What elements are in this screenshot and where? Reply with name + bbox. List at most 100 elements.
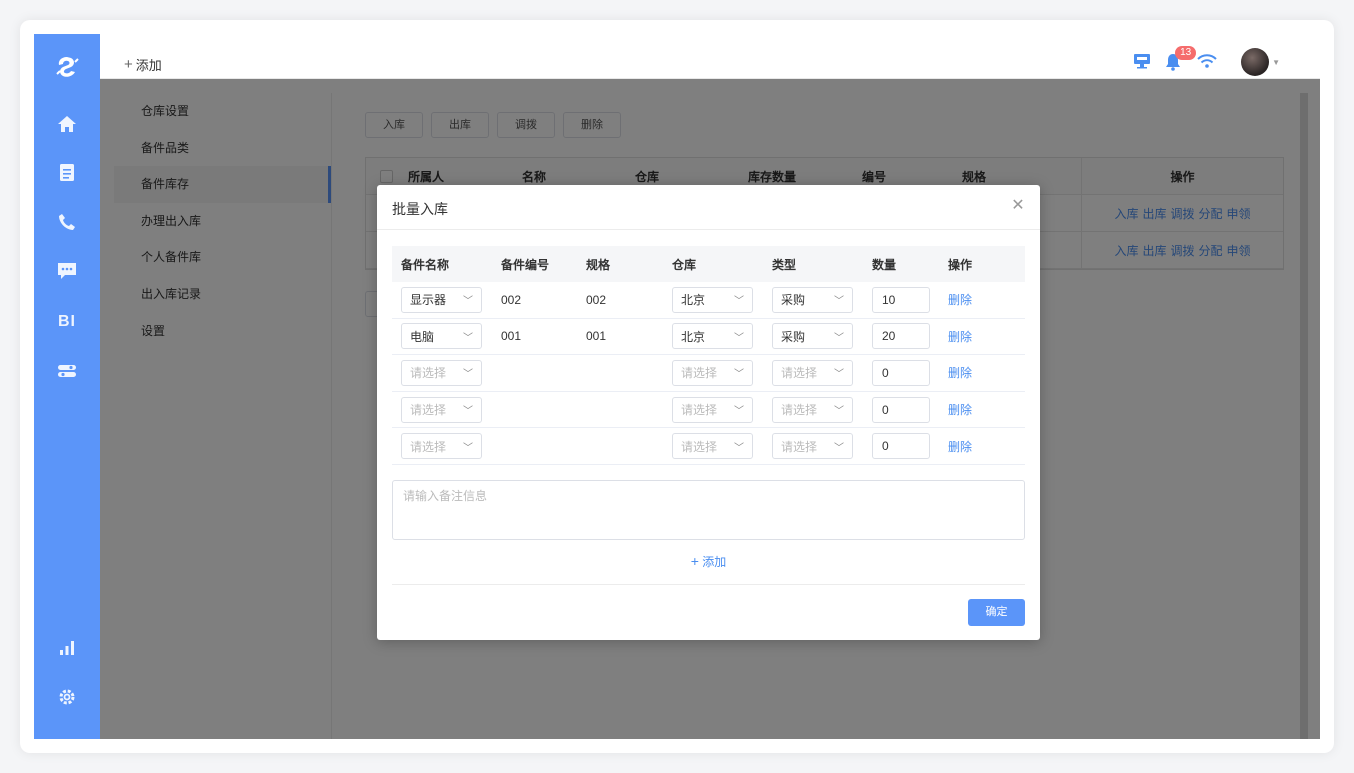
warehouse-select[interactable]: 请选择 ﹀ bbox=[672, 396, 753, 423]
dialog-divider bbox=[392, 584, 1025, 585]
quantity-input[interactable]: 0 bbox=[872, 433, 930, 460]
select-placeholder: 请选择 bbox=[410, 439, 447, 454]
user-menu[interactable]: ▼ bbox=[1241, 48, 1280, 76]
batch-table-header: 备件名称 备件编号 规格 仓库 类型 数量 操作 bbox=[392, 246, 1025, 282]
caret-down-icon: ▼ bbox=[1272, 57, 1280, 67]
remark-textarea[interactable]: 请输入备注信息 bbox=[392, 480, 1025, 540]
close-icon[interactable]: ✕ bbox=[1010, 198, 1026, 214]
plus-icon: + bbox=[124, 56, 133, 73]
plus-icon: + bbox=[690, 553, 699, 569]
chevron-down-icon: ﹀ bbox=[463, 406, 473, 418]
part-name-select[interactable]: 显示器 ﹀ bbox=[401, 286, 482, 313]
top-add-button[interactable]: + 添加 bbox=[124, 55, 162, 74]
chevron-down-icon: ﹀ bbox=[834, 406, 844, 418]
phone-icon[interactable] bbox=[34, 211, 100, 233]
quantity-input[interactable]: 0 bbox=[872, 396, 930, 423]
select-placeholder: 请选择 bbox=[410, 366, 447, 381]
chevron-down-icon: ﹀ bbox=[834, 296, 844, 308]
delete-row-link[interactable]: 删除 bbox=[948, 330, 972, 344]
top-bar: + 添加 13 ▼ bbox=[100, 34, 1320, 79]
table-row: 电脑 ﹀ 001 001 北京 ﹀ 采购 ﹀ 20 删除 bbox=[392, 319, 1025, 356]
col-part-name: 备件名称 bbox=[401, 257, 450, 272]
select-placeholder: 请选择 bbox=[681, 403, 718, 418]
col-quantity: 数量 bbox=[872, 257, 897, 272]
quantity-input[interactable]: 0 bbox=[872, 359, 930, 386]
part-name-select[interactable]: 请选择 ﹀ bbox=[401, 396, 482, 423]
type-select[interactable]: 采购 ﹀ bbox=[772, 323, 853, 350]
col-warehouse: 仓库 bbox=[672, 257, 697, 272]
chevron-down-icon: ﹀ bbox=[734, 369, 744, 381]
add-row-button[interactable]: + 添加 bbox=[377, 553, 1040, 570]
part-spec: 002 bbox=[586, 292, 607, 307]
table-row: 请选择 ﹀ 请选择 ﹀ 请选择 ﹀ 0 删除 bbox=[392, 355, 1025, 392]
chevron-down-icon: ﹀ bbox=[734, 332, 744, 344]
chevron-down-icon: ﹀ bbox=[834, 332, 844, 344]
type-select[interactable]: 采购 ﹀ bbox=[772, 286, 853, 313]
table-row: 请选择 ﹀ 请选择 ﹀ 请选择 ﹀ 0 删除 bbox=[392, 392, 1025, 429]
select-placeholder: 请选择 bbox=[410, 403, 447, 418]
top-add-label: 添加 bbox=[135, 58, 162, 73]
clipboard-icon[interactable] bbox=[34, 161, 100, 183]
select-value: 北京 bbox=[681, 329, 706, 344]
warehouse-select[interactable]: 请选择 ﹀ bbox=[672, 359, 753, 386]
quantity-input[interactable]: 10 bbox=[872, 286, 930, 313]
notification-bell[interactable]: 13 bbox=[1165, 46, 1197, 71]
bar-chart-icon[interactable] bbox=[34, 636, 100, 658]
type-select[interactable]: 请选择 ﹀ bbox=[772, 359, 853, 386]
home-icon[interactable] bbox=[34, 113, 100, 135]
wifi-icon[interactable] bbox=[1197, 53, 1217, 72]
add-row-label: 添加 bbox=[702, 555, 727, 569]
select-placeholder: 请选择 bbox=[681, 439, 718, 454]
select-value: 采购 bbox=[781, 329, 806, 344]
warehouse-select[interactable]: 北京 ﹀ bbox=[672, 323, 753, 350]
logo-icon[interactable] bbox=[34, 54, 100, 80]
batch-items-table: 备件名称 备件编号 规格 仓库 类型 数量 操作 显示器 ﹀ 002 002 北京… bbox=[392, 246, 1025, 465]
select-placeholder: 请选择 bbox=[681, 366, 718, 381]
warehouse-select[interactable]: 北京 ﹀ bbox=[672, 286, 753, 313]
dialog-header: 批量入库 ✕ bbox=[377, 185, 1040, 230]
chevron-down-icon: ﹀ bbox=[463, 442, 473, 454]
col-part-code: 备件编号 bbox=[501, 257, 550, 272]
type-select[interactable]: 请选择 ﹀ bbox=[772, 396, 853, 423]
quantity-input[interactable]: 20 bbox=[872, 323, 930, 350]
chevron-down-icon: ﹀ bbox=[734, 442, 744, 454]
bi-icon[interactable]: BI bbox=[34, 311, 100, 333]
col-type: 类型 bbox=[772, 257, 797, 272]
select-value: 电脑 bbox=[410, 329, 435, 344]
part-name-select[interactable]: 电脑 ﹀ bbox=[401, 323, 482, 350]
delete-row-link[interactable]: 删除 bbox=[948, 440, 972, 454]
part-spec: 001 bbox=[586, 329, 607, 344]
select-placeholder: 请选择 bbox=[781, 403, 818, 418]
select-placeholder: 请选择 bbox=[781, 366, 818, 381]
chevron-down-icon: ﹀ bbox=[734, 406, 744, 418]
part-code: 002 bbox=[501, 292, 522, 307]
chevron-down-icon: ﹀ bbox=[463, 369, 473, 381]
select-placeholder: 请选择 bbox=[781, 439, 818, 454]
part-name-select[interactable]: 请选择 ﹀ bbox=[401, 433, 482, 460]
avatar bbox=[1241, 48, 1270, 76]
chevron-down-icon: ﹀ bbox=[734, 296, 744, 308]
chevron-down-icon: ﹀ bbox=[834, 369, 844, 381]
col-ops: 操作 bbox=[948, 257, 973, 272]
warehouse-select[interactable]: 请选择 ﹀ bbox=[672, 433, 753, 460]
chevron-down-icon: ﹀ bbox=[834, 442, 844, 454]
delete-row-link[interactable]: 删除 bbox=[948, 366, 972, 380]
select-value: 采购 bbox=[781, 293, 806, 308]
select-value: 显示器 bbox=[410, 293, 447, 308]
part-code: 001 bbox=[501, 329, 522, 344]
confirm-button[interactable]: 确定 bbox=[968, 599, 1025, 626]
delete-row-link[interactable]: 删除 bbox=[948, 403, 972, 417]
notification-badge: 13 bbox=[1175, 46, 1197, 60]
screen-icon[interactable] bbox=[1133, 53, 1151, 72]
icon-rail: BI bbox=[34, 34, 100, 739]
delete-row-link[interactable]: 删除 bbox=[948, 293, 972, 307]
col-spec: 规格 bbox=[586, 257, 611, 272]
batch-stock-in-dialog: 批量入库 ✕ 备件名称 备件编号 规格 仓库 类型 数量 操作 显示器 ﹀ 002… bbox=[377, 185, 1040, 640]
type-select[interactable]: 请选择 ﹀ bbox=[772, 433, 853, 460]
dialog-title: 批量入库 bbox=[392, 201, 448, 217]
select-value: 北京 bbox=[681, 293, 706, 308]
chat-icon[interactable] bbox=[34, 260, 100, 282]
toggle-settings-icon[interactable] bbox=[34, 360, 100, 382]
part-name-select[interactable]: 请选择 ﹀ bbox=[401, 359, 482, 386]
gear-icon[interactable] bbox=[34, 686, 100, 708]
